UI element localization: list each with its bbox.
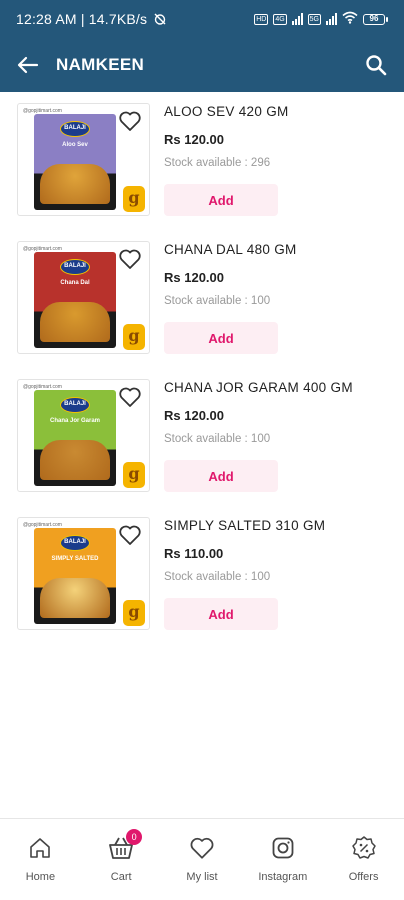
status-time: 12:28 AM | 14.7KB/s — [16, 11, 148, 27]
pack-label: Aloo Sev — [62, 142, 88, 148]
network-type-1: 4G — [273, 13, 287, 25]
pack-graphic: BALAJI Chana Jor Garam — [34, 390, 116, 486]
alarm-off-icon — [153, 12, 167, 26]
nav-cart[interactable]: 0 Cart — [81, 819, 162, 900]
product-name: ALOO SEV 420 GM — [164, 104, 289, 119]
brand-logo: BALAJI — [60, 397, 90, 413]
sim-icon: HD — [254, 13, 269, 25]
product-name: SIMPLY SALTED 310 GM — [164, 518, 326, 533]
product-card: @gopjitimart.com BALAJI SIMPLY SALTED g … — [0, 506, 404, 630]
battery-icon: 96 — [363, 13, 388, 25]
nav-home-label: Home — [25, 871, 56, 883]
add-button[interactable]: Add — [164, 460, 278, 492]
nav-offers-label: Offers — [348, 871, 379, 883]
add-button[interactable]: Add — [164, 598, 278, 630]
discount-badge-icon — [349, 833, 379, 863]
pack-label: SIMPLY SALTED — [51, 556, 99, 562]
basket-icon: 0 — [106, 829, 143, 863]
cart-count-badge: 0 — [126, 829, 143, 845]
brand-logo: BALAJI — [60, 535, 90, 551]
product-card: @gopjitimart.com BALAJI Chana Jor Garam … — [0, 368, 404, 492]
g-badge-icon: g — [123, 462, 145, 488]
brand-logo: BALAJI — [60, 121, 90, 137]
heart-icon[interactable] — [118, 110, 142, 132]
brand-logo: BALAJI — [60, 259, 90, 275]
search-button[interactable] — [362, 51, 390, 79]
bottom-nav: Home 0 Cart My list Instagram Offers — [0, 818, 404, 900]
product-name: CHANA JOR GARAM 400 GM — [164, 380, 353, 395]
heart-icon — [187, 833, 217, 863]
g-badge-icon: g — [123, 186, 145, 212]
status-bar: 12:28 AM | 14.7KB/s HD 4G 5G 96 — [0, 0, 404, 38]
nav-offers[interactable]: Offers — [323, 819, 404, 900]
arrow-left-icon — [17, 56, 39, 74]
g-badge-icon: g — [123, 600, 145, 626]
nav-mylist[interactable]: My list — [162, 819, 243, 900]
page-title: NAMKEEN — [56, 55, 145, 74]
product-card: @gopjitimart.com BALAJI Chana Dal g CHAN… — [0, 230, 404, 354]
heart-icon[interactable] — [118, 248, 142, 270]
pack-graphic: BALAJI SIMPLY SALTED — [34, 528, 116, 624]
product-stock: Stock available : 100 — [164, 295, 271, 307]
pack-graphic: BALAJI Aloo Sev — [34, 114, 116, 210]
heart-icon[interactable] — [118, 524, 142, 546]
signal-2-icon — [326, 13, 337, 25]
pack-label: Chana Jor Garam — [49, 418, 101, 424]
instagram-icon — [268, 833, 298, 863]
home-icon — [25, 833, 55, 863]
search-icon — [366, 55, 387, 76]
status-icons: HD 4G 5G 96 — [254, 11, 388, 27]
heart-icon[interactable] — [118, 386, 142, 408]
pack-graphic: BALAJI Chana Dal — [34, 252, 116, 348]
nav-instagram[interactable]: Instagram — [242, 819, 323, 900]
product-card: @gopjitimart.com BALAJI Aloo Sev g ALOO … — [0, 92, 404, 216]
back-button[interactable] — [14, 51, 42, 79]
add-button[interactable]: Add — [164, 184, 278, 216]
add-button[interactable]: Add — [164, 322, 278, 354]
battery-level: 96 — [363, 13, 385, 25]
nav-home[interactable]: Home — [0, 819, 81, 900]
product-price: Rs 110.00 — [164, 546, 224, 561]
nav-mylist-label: My list — [186, 871, 218, 883]
product-price: Rs 120.00 — [164, 270, 224, 285]
product-name: CHANA DAL 480 GM — [164, 242, 297, 257]
product-stock: Stock available : 296 — [164, 157, 271, 169]
product-price: Rs 120.00 — [164, 408, 224, 423]
app-bar: NAMKEEN — [0, 38, 404, 92]
network-type-2: 5G — [307, 13, 321, 25]
signal-1-icon — [291, 13, 303, 25]
nav-instagram-label: Instagram — [258, 871, 308, 883]
g-badge-icon: g — [123, 324, 145, 350]
nav-cart-label: Cart — [110, 871, 132, 883]
wifi-icon — [342, 11, 358, 27]
product-price: Rs 120.00 — [164, 132, 224, 147]
pack-label: Chana Dal — [60, 280, 90, 286]
product-stock: Stock available : 100 — [164, 571, 271, 583]
product-stock: Stock available : 100 — [164, 433, 271, 445]
